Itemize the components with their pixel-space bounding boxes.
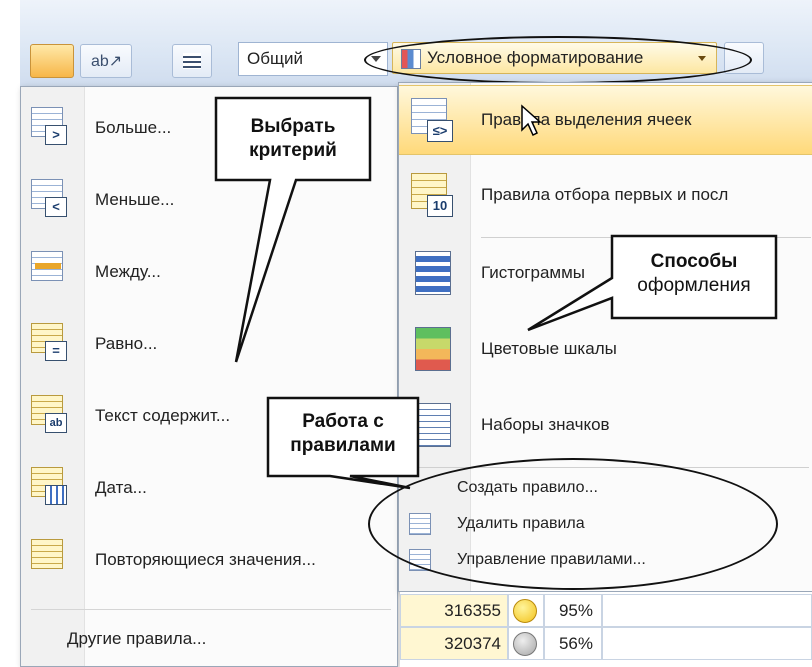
callout-line: критерий [249, 140, 337, 161]
callout-line: Работа с [302, 411, 384, 432]
callout-line: оформления [637, 275, 751, 296]
mouse-pointer-icon [521, 104, 542, 137]
callout-choose-criterion: Выбрать критерий [220, 115, 366, 163]
callout-line: правилами [290, 435, 396, 456]
callout-design-ways: Способы оформления [616, 250, 772, 298]
callout-line: Способы [650, 251, 738, 272]
callout-line: Выбрать [250, 116, 336, 137]
highlight-ellipse [368, 458, 778, 590]
callout-rules-work: Работа с правилами [272, 410, 414, 458]
